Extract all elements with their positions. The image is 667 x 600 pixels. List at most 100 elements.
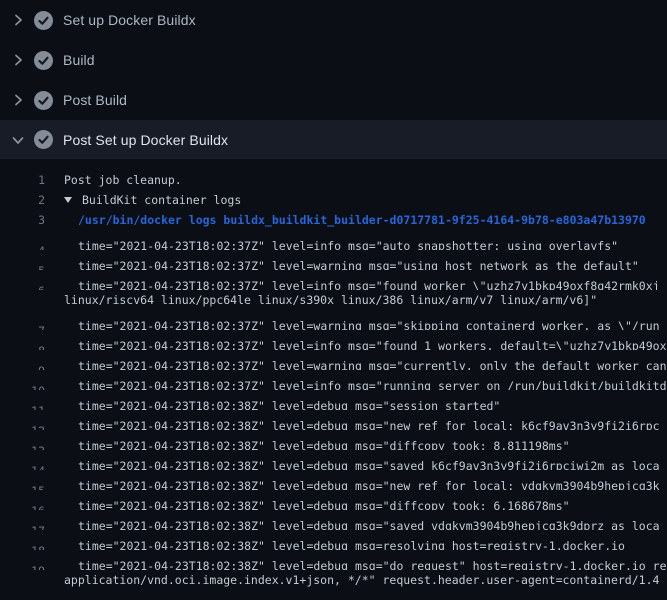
log-line: 20 time="2021-04-23T18:02:38Z" level=deb… [0,590,667,600]
step-row-set-up-docker-buildx[interactable]: Set up Docker Buildx [0,0,667,40]
log-line: 12 time="2021-04-23T18:02:38Z" level=deb… [0,410,667,430]
line-number[interactable]: 19 [0,561,45,570]
step-row-build[interactable]: Build [0,40,667,80]
line-content: application/vnd.oci.image.index.v1+json,… [45,570,659,590]
step-label: Set up Docker Buildx [63,12,196,28]
log-line: 8 time="2021-04-23T18:02:37Z" level=info… [0,330,667,350]
step-row-post-build[interactable]: Post Build [0,80,667,120]
line-number[interactable]: 5 [0,261,45,270]
line-text: Post job cleanup. [64,170,182,190]
step-list: Set up Docker Buildx Build P [0,0,667,159]
chevron-right-icon[interactable] [10,92,26,108]
step-label: Post Build [63,92,127,108]
line-text: time="2021-04-23T18:02:37Z" level=info m… [78,336,667,351]
log-line: 1 Post job cleanup. [0,170,667,190]
line-text: time="2021-04-23T18:02:37Z" level=info m… [78,236,618,251]
line-number[interactable]: 4 [0,241,45,250]
line-content: linux/riscv64 linux/ppc64le linux/s390x … [45,290,597,310]
log-line: 18 time="2021-04-23T18:02:38Z" level=deb… [0,530,667,550]
line-content: time="2021-04-23T18:02:37Z" level=info m… [45,281,660,290]
line-text: time="2021-04-23T18:02:38Z" level=debug … [78,456,660,471]
line-content: time="2021-04-23T18:02:38Z" level=debug … [45,481,660,490]
check-circle-icon [34,51,53,70]
line-text: time="2021-04-23T18:02:37Z" level=warnin… [78,316,660,331]
line-number[interactable]: 14 [0,461,45,470]
log-line: 16 time="2021-04-23T18:02:38Z" level=deb… [0,490,667,510]
log-line: 11 time="2021-04-23T18:02:38Z" level=deb… [0,390,667,410]
step-row-post-set-up-docker-buildx[interactable]: Post Set up Docker Buildx [0,120,667,159]
line-content: time="2021-04-23T18:02:38Z" level=debug … [45,441,570,450]
log-line: 13 time="2021-04-23T18:02:38Z" level=deb… [0,430,667,450]
line-number[interactable]: 12 [0,421,45,430]
log-line: 14 time="2021-04-23T18:02:38Z" level=deb… [0,450,667,470]
line-number[interactable]: 6 [0,281,45,290]
step-label: Build [63,52,95,68]
log-line: 5 time="2021-04-23T18:02:37Z" level=warn… [0,250,667,270]
log-line: 7 time="2021-04-23T18:02:37Z" level=warn… [0,310,667,330]
line-content: time="2021-04-23T18:02:37Z" level=info m… [45,341,667,350]
line-number[interactable]: 7 [0,321,45,330]
line-number[interactable]: 10 [0,381,45,390]
line-number[interactable]: 15 [0,481,45,490]
line-number[interactable]: 13 [0,441,45,450]
line-content: time="2021-04-23T18:02:38Z" level=debug … [45,401,500,410]
line-number[interactable]: 1 [0,170,45,190]
line-text: time="2021-04-23T18:02:37Z" level=warnin… [78,256,639,271]
line-content: time="2021-04-23T18:02:38Z" level=debug … [45,501,570,510]
line-number[interactable]: 2 [0,190,45,210]
line-content: time="2021-04-23T18:02:38Z" level=debug … [45,521,660,530]
log-line: 4 time="2021-04-23T18:02:37Z" level=info… [0,230,667,250]
log-line: 17 time="2021-04-23T18:02:38Z" level=deb… [0,510,667,530]
line-number[interactable]: 17 [0,521,45,530]
chevron-right-icon[interactable] [10,12,26,28]
line-text: application/vnd.oci.image.index.v1+json,… [64,570,659,590]
check-circle-icon [34,11,53,30]
line-content: time="2021-04-23T18:02:37Z" level=info m… [45,241,618,250]
line-number[interactable]: 9 [0,361,45,370]
line-number [0,290,45,310]
log-line: 15 time="2021-04-23T18:02:38Z" level=deb… [0,470,667,490]
log-line: 3 /usr/bin/docker logs buildx_buildkit_b… [0,210,667,230]
log-line[interactable]: 2 BuildKit container logs [0,190,667,210]
line-text: time="2021-04-23T18:02:37Z" level=info m… [78,276,660,291]
line-number[interactable]: 11 [0,401,45,410]
line-text: time="2021-04-23T18:02:38Z" level=debug … [78,436,570,451]
line-content: time="2021-04-23T18:02:37Z" level=warnin… [45,361,667,370]
line-content: time="2021-04-23T18:02:38Z" level=debug … [45,561,667,570]
line-text: /usr/bin/docker logs buildx_buildkit_bui… [78,210,646,230]
line-number[interactable]: 18 [0,541,45,550]
line-content: Post job cleanup. [45,170,182,190]
triangle-down-icon [64,197,72,203]
check-circle-icon [34,91,53,110]
line-text: BuildKit container logs [82,190,241,210]
line-content: time="2021-04-23T18:02:38Z" level=debug … [45,421,660,430]
line-text: time="2021-04-23T18:02:37Z" level=warnin… [78,356,667,371]
line-content: time="2021-04-23T18:02:37Z" level=warnin… [45,261,639,270]
log-line: 10 time="2021-04-23T18:02:37Z" level=inf… [0,370,667,390]
line-content: /usr/bin/docker logs buildx_buildkit_bui… [45,210,646,230]
log-line: 6 time="2021-04-23T18:02:37Z" level=info… [0,270,667,290]
line-text: time="2021-04-23T18:02:38Z" level=debug … [78,596,660,600]
actions-log-panel: Set up Docker Buildx Build P [0,0,667,600]
line-number[interactable]: 8 [0,341,45,350]
line-number [0,570,45,590]
log-line: application/vnd.oci.image.index.v1+json,… [0,570,667,590]
line-text: time="2021-04-23T18:02:38Z" level=debug … [78,396,500,411]
line-content: time="2021-04-23T18:02:37Z" level=warnin… [45,321,660,330]
step-label: Post Set up Docker Buildx [63,132,228,148]
log-viewer: 1 Post job cleanup. 2 BuildKit container… [0,159,667,600]
chevron-down-icon[interactable] [10,132,26,148]
line-number[interactable]: 3 [0,210,45,230]
log-line: 19 time="2021-04-23T18:02:38Z" level=deb… [0,550,667,570]
line-content: time="2021-04-23T18:02:38Z" level=debug … [45,541,625,550]
line-number[interactable]: 16 [0,501,45,510]
line-text: time="2021-04-23T18:02:38Z" level=debug … [78,536,625,551]
log-line: 9 time="2021-04-23T18:02:37Z" level=warn… [0,350,667,370]
chevron-right-icon[interactable] [10,52,26,68]
line-text: time="2021-04-23T18:02:37Z" level=info m… [78,376,667,391]
line-text: linux/riscv64 linux/ppc64le linux/s390x … [64,290,597,310]
line-text: time="2021-04-23T18:02:38Z" level=debug … [78,416,660,431]
line-content: BuildKit container logs [45,190,241,210]
line-text: time="2021-04-23T18:02:38Z" level=debug … [78,516,660,531]
line-content: time="2021-04-23T18:02:38Z" level=debug … [45,461,660,470]
